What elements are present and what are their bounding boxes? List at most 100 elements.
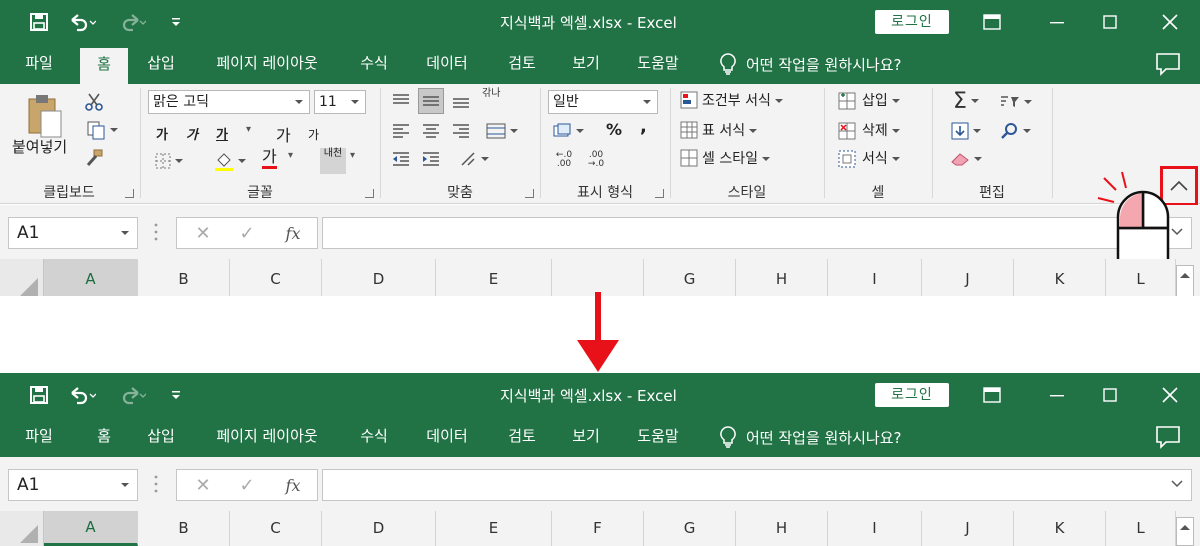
fill-color-icon[interactable] bbox=[212, 148, 248, 174]
format-as-table-button[interactable]: 표 서식 bbox=[702, 120, 758, 140]
tab-file[interactable]: 파일 bbox=[8, 417, 70, 457]
login-button[interactable]: 로그인 bbox=[875, 10, 949, 34]
tab-help[interactable]: 도움말 bbox=[626, 44, 690, 84]
ribbon-display-options-icon[interactable] bbox=[970, 373, 1014, 417]
column-header-k[interactable]: K bbox=[1014, 259, 1106, 296]
accounting-format-icon[interactable] bbox=[548, 118, 588, 144]
maximize-icon[interactable] bbox=[1088, 373, 1132, 417]
copy-icon[interactable] bbox=[82, 118, 122, 142]
name-box[interactable]: A1 bbox=[8, 469, 138, 501]
login-button[interactable]: 로그인 bbox=[875, 383, 949, 407]
customize-qat-icon[interactable] bbox=[166, 0, 186, 44]
column-header-l[interactable]: L bbox=[1106, 511, 1176, 546]
delete-cells-button[interactable]: 삭제 bbox=[862, 120, 900, 140]
find-select-icon[interactable] bbox=[994, 118, 1038, 144]
column-header-k[interactable]: K bbox=[1014, 511, 1106, 546]
autosum-icon[interactable]: Σ bbox=[944, 88, 988, 114]
font-color-button[interactable]: 가 bbox=[262, 148, 277, 169]
column-header-g[interactable]: G bbox=[644, 511, 736, 546]
tab-data[interactable]: 데이터 bbox=[414, 44, 480, 84]
align-bottom-icon[interactable] bbox=[448, 88, 474, 114]
column-header-l[interactable]: L bbox=[1106, 259, 1176, 296]
underline-dropdown-icon[interactable]: ▾ bbox=[246, 124, 251, 135]
minimize-icon[interactable] bbox=[1035, 373, 1079, 417]
conditional-formatting-button[interactable]: 조건부 서식 bbox=[702, 90, 783, 110]
tell-me-search[interactable]: 어떤 작업을 원하시나요? bbox=[720, 417, 902, 457]
format-painter-icon[interactable] bbox=[82, 146, 106, 170]
formula-input[interactable] bbox=[322, 469, 1192, 501]
increase-decimal-icon[interactable]: ←.0.00 bbox=[550, 148, 578, 172]
minimize-icon[interactable] bbox=[1035, 0, 1079, 44]
alignment-launcher-icon[interactable] bbox=[525, 189, 534, 198]
column-header-i[interactable]: I bbox=[828, 511, 922, 546]
redo-icon[interactable] bbox=[112, 0, 152, 44]
close-icon[interactable] bbox=[1148, 0, 1192, 44]
column-header-b[interactable]: B bbox=[138, 511, 230, 546]
comments-icon[interactable] bbox=[1155, 52, 1183, 76]
percent-style-button[interactable]: % bbox=[606, 120, 622, 139]
align-right-icon[interactable] bbox=[448, 118, 474, 144]
column-header-f[interactable]: F bbox=[552, 511, 644, 546]
undo-icon[interactable] bbox=[62, 0, 102, 44]
customize-qat-icon[interactable] bbox=[166, 373, 186, 417]
cut-icon[interactable] bbox=[82, 90, 106, 114]
tab-home[interactable]: 홈 bbox=[80, 48, 128, 84]
column-header-d[interactable]: D bbox=[322, 511, 436, 546]
column-header-e[interactable]: E bbox=[436, 511, 552, 546]
paste-label[interactable]: 붙여넣기 bbox=[12, 136, 67, 157]
number-launcher-icon[interactable] bbox=[655, 189, 664, 198]
number-format-select[interactable]: 일반 bbox=[548, 90, 658, 114]
scroll-up-button[interactable] bbox=[1176, 517, 1194, 546]
clear-icon[interactable] bbox=[944, 146, 988, 172]
column-header-a[interactable]: A bbox=[44, 259, 138, 296]
formula-input[interactable] bbox=[322, 217, 1192, 249]
text-direction-icon[interactable] bbox=[454, 146, 494, 172]
column-header-f[interactable] bbox=[552, 259, 644, 296]
cancel-icon[interactable]: ✕ bbox=[183, 218, 223, 248]
clipboard-launcher-icon[interactable] bbox=[125, 189, 134, 198]
maximize-icon[interactable] bbox=[1088, 0, 1132, 44]
tab-help[interactable]: 도움말 bbox=[626, 417, 690, 457]
select-all-button[interactable] bbox=[0, 511, 44, 546]
insert-function-button[interactable]: fx bbox=[273, 218, 313, 248]
decrease-indent-icon[interactable] bbox=[388, 146, 414, 172]
format-cells-button[interactable]: 서식 bbox=[862, 148, 900, 168]
column-header-h[interactable]: H bbox=[736, 259, 828, 296]
tab-page-layout[interactable]: 페이지 레이아웃 bbox=[200, 44, 334, 84]
tab-page-layout[interactable]: 페이지 레이아웃 bbox=[200, 417, 334, 457]
grow-font-button[interactable]: 가 bbox=[276, 122, 291, 146]
align-middle-icon[interactable] bbox=[418, 88, 444, 114]
tab-insert[interactable]: 삽입 bbox=[136, 44, 186, 84]
underline-button[interactable]: 가 bbox=[216, 124, 228, 143]
italic-button[interactable]: 가 bbox=[186, 124, 198, 143]
insert-cells-button[interactable]: 삽입 bbox=[862, 90, 900, 110]
close-icon[interactable] bbox=[1148, 373, 1192, 417]
font-color-dropdown-icon[interactable]: ▾ bbox=[288, 150, 293, 161]
tab-data[interactable]: 데이터 bbox=[414, 417, 480, 457]
undo-icon[interactable] bbox=[62, 373, 102, 417]
tab-review[interactable]: 검토 bbox=[496, 417, 548, 457]
insert-function-button[interactable]: fx bbox=[273, 470, 313, 500]
increase-indent-icon[interactable] bbox=[418, 146, 444, 172]
column-header-c[interactable]: C bbox=[230, 511, 322, 546]
name-box[interactable]: A1 bbox=[8, 217, 138, 249]
font-launcher-icon[interactable] bbox=[365, 189, 374, 198]
tab-review[interactable]: 검토 bbox=[496, 44, 548, 84]
font-name-select[interactable]: 맑은 고딕 bbox=[148, 90, 310, 114]
tab-insert[interactable]: 삽입 bbox=[136, 417, 186, 457]
scroll-up-button[interactable] bbox=[1176, 265, 1194, 296]
column-header-c[interactable]: C bbox=[230, 259, 322, 296]
align-top-icon[interactable] bbox=[388, 88, 414, 114]
column-header-g[interactable]: G bbox=[644, 259, 736, 296]
shrink-font-button[interactable]: 가 bbox=[308, 126, 319, 143]
sort-filter-icon[interactable] bbox=[994, 90, 1038, 114]
comments-icon[interactable] bbox=[1155, 425, 1183, 449]
comma-style-button[interactable]: , bbox=[640, 116, 647, 137]
column-header-j[interactable]: J bbox=[922, 511, 1014, 546]
phonetic-dropdown-icon[interactable]: ▾ bbox=[350, 150, 355, 161]
enter-icon[interactable]: ✓ bbox=[227, 470, 267, 500]
cancel-icon[interactable]: ✕ bbox=[183, 470, 223, 500]
cell-styles-button[interactable]: 셀 스타일 bbox=[702, 148, 770, 168]
save-icon[interactable] bbox=[22, 0, 56, 44]
tab-view[interactable]: 보기 bbox=[562, 417, 610, 457]
